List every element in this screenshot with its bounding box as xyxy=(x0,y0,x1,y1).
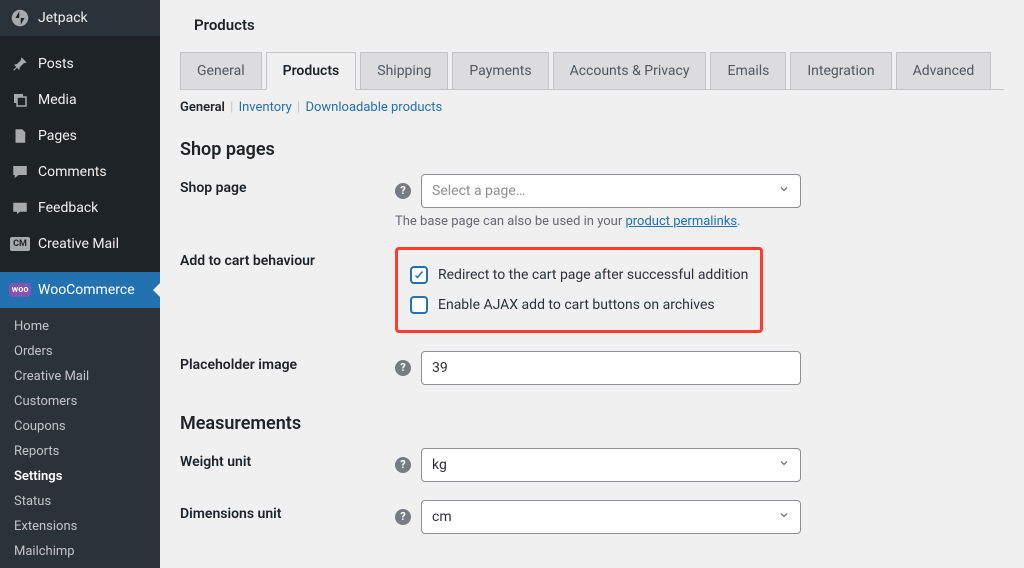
add-to-cart-highlight: Redirect to the cart page after successf… xyxy=(395,247,763,333)
admin-sidebar: Jetpack Posts Media Pages Comments xyxy=(0,0,160,568)
placeholder-image-label: Placeholder image xyxy=(180,351,395,373)
help-icon[interactable]: ? xyxy=(395,183,411,199)
sidebar-item-feedback[interactable]: Feedback xyxy=(0,190,160,226)
submenu-orders[interactable]: Orders xyxy=(0,339,160,364)
creative-mail-icon: CM xyxy=(10,234,30,254)
chevron-down-icon xyxy=(778,457,790,473)
main-content: Products General Products Shipping Payme… xyxy=(160,0,1024,568)
chevron-down-icon xyxy=(778,509,790,525)
sidebar-submenu: Home Orders Creative Mail Customers Coup… xyxy=(0,308,160,568)
tab-integration[interactable]: Integration xyxy=(790,52,891,89)
shop-page-select[interactable]: Select a page… xyxy=(421,174,801,208)
tab-general[interactable]: General xyxy=(180,52,262,89)
tab-payments[interactable]: Payments xyxy=(452,52,548,89)
tab-accounts[interactable]: Accounts & Privacy xyxy=(553,52,707,89)
subtab-inventory[interactable]: Inventory xyxy=(239,100,292,115)
tab-products[interactable]: Products xyxy=(266,52,357,90)
sidebar-item-media[interactable]: Media xyxy=(0,82,160,118)
submenu-creative-mail[interactable]: Creative Mail xyxy=(0,364,160,389)
comment-icon xyxy=(10,162,30,182)
sidebar-item-label: Jetpack xyxy=(38,10,88,26)
subtab-downloadable[interactable]: Downloadable products xyxy=(305,100,442,115)
redirect-label: Redirect to the cart page after successf… xyxy=(438,267,748,283)
sidebar-item-label: WooCommerce xyxy=(38,282,135,298)
weight-unit-label: Weight unit xyxy=(180,448,395,470)
ajax-checkbox[interactable] xyxy=(410,296,428,314)
subtab-general[interactable]: General xyxy=(180,100,225,115)
products-subtabs: General | Inventory | Downloadable produ… xyxy=(180,90,1004,133)
tab-emails[interactable]: Emails xyxy=(710,52,786,89)
shop-page-hint: The base page can also be used in your p… xyxy=(395,214,1004,229)
submenu-extensions[interactable]: Extensions xyxy=(0,514,160,539)
pages-icon xyxy=(10,126,30,146)
woocommerce-icon: woo xyxy=(10,280,30,300)
dimensions-unit-select[interactable]: cm xyxy=(421,500,801,534)
dimensions-unit-label: Dimensions unit xyxy=(180,500,395,522)
add-to-cart-label: Add to cart behaviour xyxy=(180,247,395,269)
jetpack-icon xyxy=(10,8,30,28)
tab-advanced[interactable]: Advanced xyxy=(896,52,992,89)
sidebar-item-posts[interactable]: Posts xyxy=(0,46,160,82)
feedback-icon xyxy=(10,198,30,218)
sidebar-item-comments[interactable]: Comments xyxy=(0,154,160,190)
help-icon[interactable]: ? xyxy=(395,509,411,525)
submenu-settings[interactable]: Settings xyxy=(0,464,160,489)
submenu-reports[interactable]: Reports xyxy=(0,439,160,464)
submenu-mailchimp[interactable]: Mailchimp xyxy=(0,539,160,564)
sidebar-item-label: Media xyxy=(38,92,77,108)
sidebar-item-jetpack[interactable]: Jetpack xyxy=(0,0,160,36)
sidebar-item-label: Posts xyxy=(38,56,74,72)
sidebar-item-label: Pages xyxy=(38,128,77,144)
section-shop-pages: Shop pages xyxy=(180,139,1004,160)
sidebar-item-label: Creative Mail xyxy=(38,236,119,252)
pin-icon xyxy=(10,54,30,74)
page-title: Products xyxy=(180,10,1004,52)
ajax-label: Enable AJAX add to cart buttons on archi… xyxy=(438,297,715,313)
submenu-customers[interactable]: Customers xyxy=(0,389,160,414)
section-measurements: Measurements xyxy=(180,413,1004,434)
sidebar-item-woocommerce[interactable]: woo WooCommerce xyxy=(0,272,160,308)
submenu-home[interactable]: Home xyxy=(0,314,160,339)
tab-shipping[interactable]: Shipping xyxy=(360,52,448,89)
settings-tabs: General Products Shipping Payments Accou… xyxy=(180,52,1004,90)
shop-page-label: Shop page xyxy=(180,174,395,196)
chevron-down-icon xyxy=(778,183,790,199)
help-icon[interactable]: ? xyxy=(395,360,411,376)
weight-unit-select[interactable]: kg xyxy=(421,448,801,482)
submenu-status[interactable]: Status xyxy=(0,489,160,514)
shop-page-placeholder: Select a page… xyxy=(432,183,525,199)
sidebar-item-label: Comments xyxy=(38,164,107,180)
placeholder-image-input[interactable]: 39 xyxy=(421,351,801,385)
product-permalinks-link[interactable]: product permalinks xyxy=(625,214,737,229)
sidebar-item-pages[interactable]: Pages xyxy=(0,118,160,154)
redirect-checkbox[interactable] xyxy=(410,266,428,284)
help-icon[interactable]: ? xyxy=(395,457,411,473)
sidebar-item-label: Feedback xyxy=(38,200,98,216)
sidebar-item-creative-mail[interactable]: CM Creative Mail xyxy=(0,226,160,262)
submenu-coupons[interactable]: Coupons xyxy=(0,414,160,439)
media-icon xyxy=(10,90,30,110)
